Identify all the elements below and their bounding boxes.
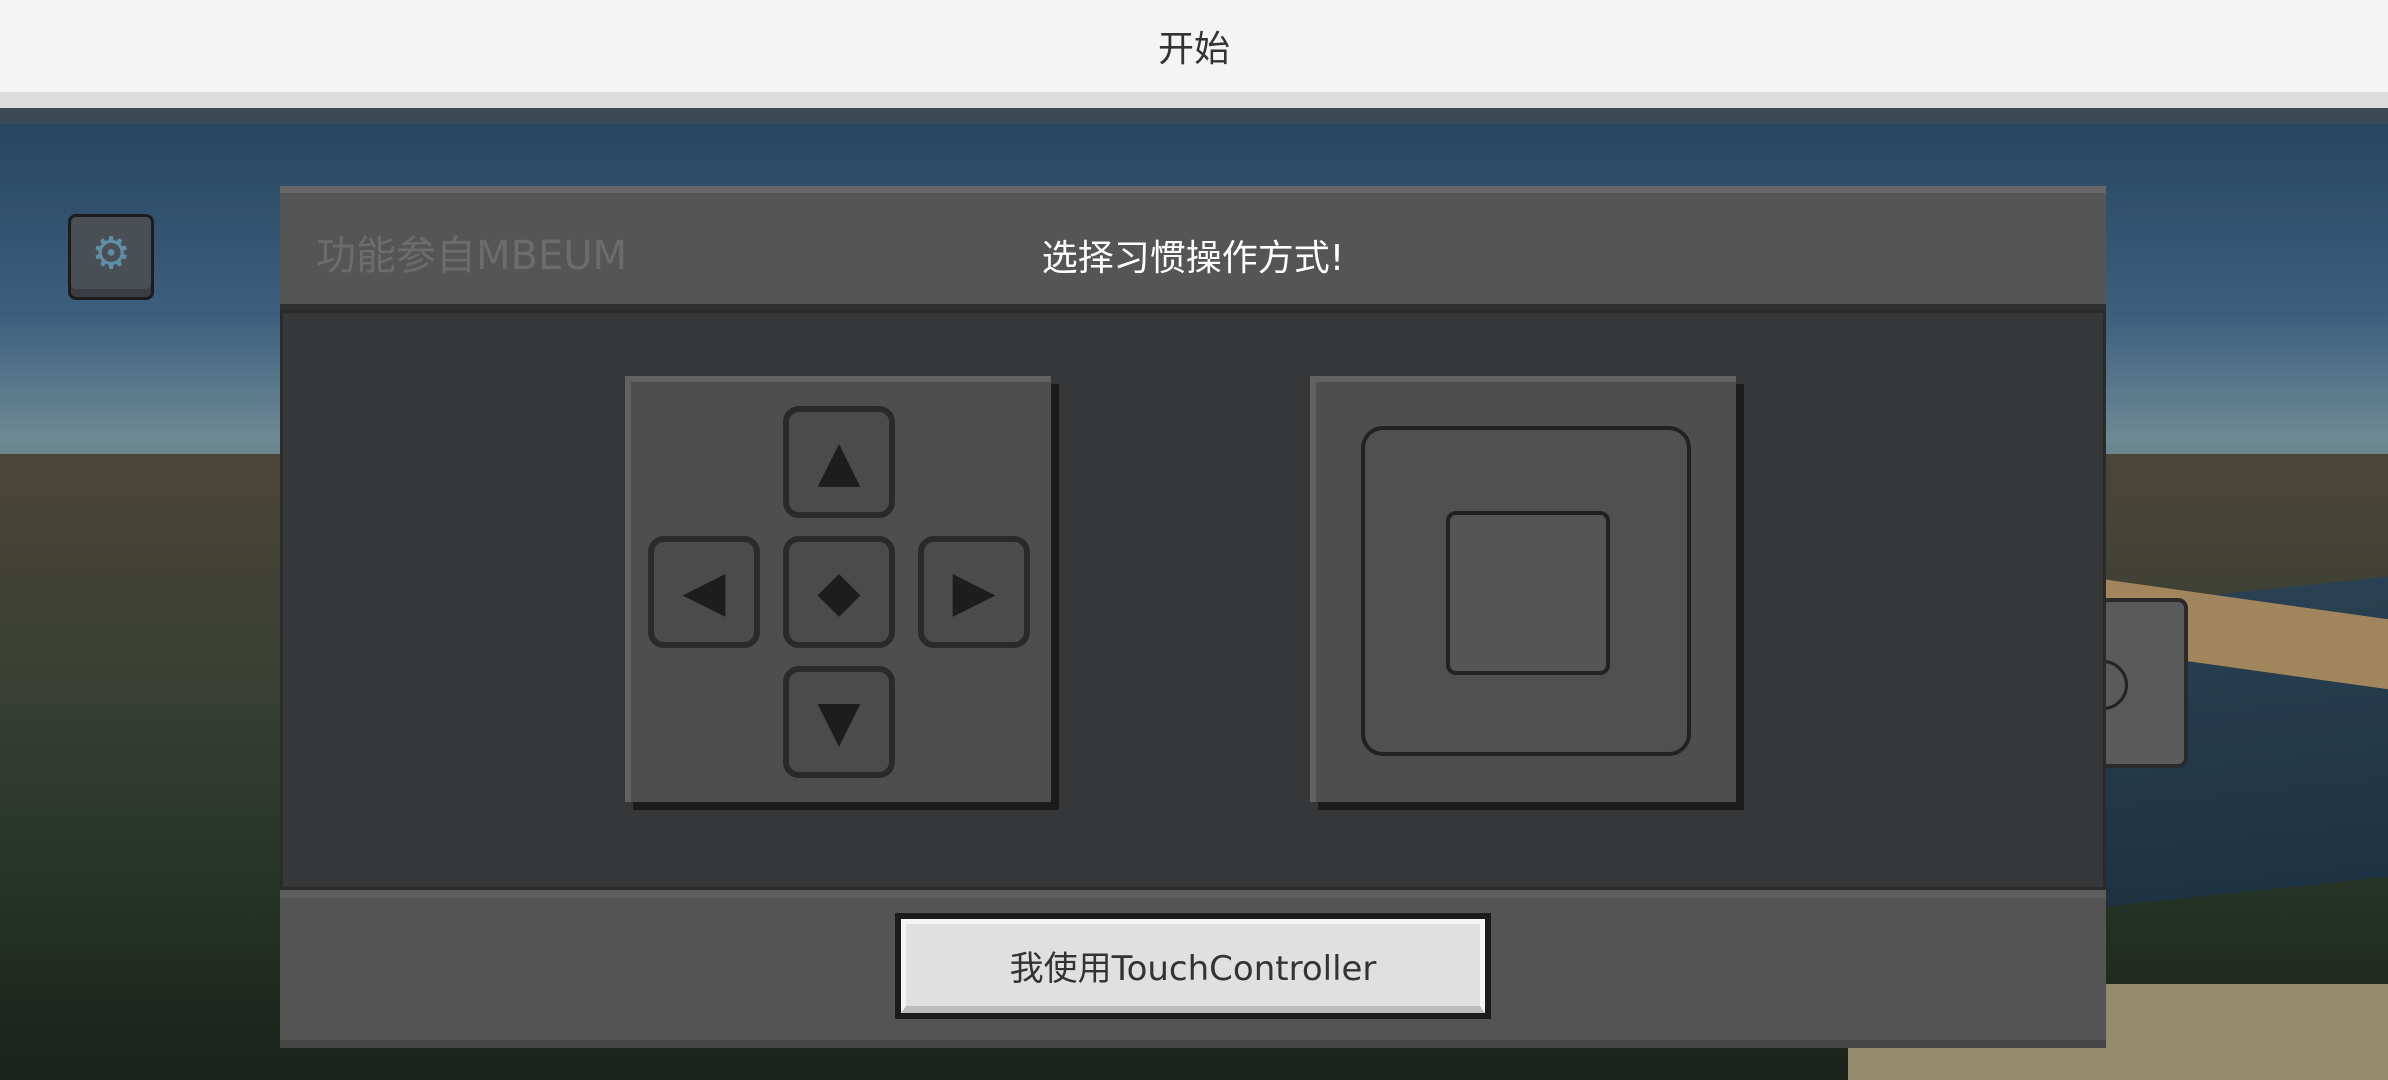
down-arrow-icon: ▼ xyxy=(817,689,861,754)
dialog-header: 功能参自MBEUM 选择习惯操作方式! xyxy=(280,186,2106,310)
settings-button[interactable]: ⚙ xyxy=(68,214,154,300)
left-arrow-icon: ◀ xyxy=(682,559,726,624)
center-diamond-icon: ◆ xyxy=(817,559,861,624)
dpad-center-key: ◆ xyxy=(783,536,895,648)
dpad-up-key: ▲ xyxy=(783,406,895,518)
option-dpad[interactable]: ▲ ◀ ◆ ▶ ▼ xyxy=(625,376,1051,802)
gear-icon: ⚙ xyxy=(91,228,131,279)
dpad-left-key: ◀ xyxy=(648,536,760,648)
dpad-down-key: ▼ xyxy=(783,666,895,778)
dpad-right-key: ▶ xyxy=(918,536,1030,648)
dialog-body xyxy=(280,310,2106,890)
confirm-button-label: 我使用TouchController xyxy=(901,919,1485,1013)
dialog-title: 选择习惯操作方式! xyxy=(1041,238,1345,279)
top-bar: 开始 xyxy=(0,0,2388,108)
joystick-outer-ring xyxy=(1361,426,1691,756)
option-joystick[interactable] xyxy=(1310,376,1736,802)
page-title: 开始 xyxy=(1157,29,1230,70)
up-arrow-icon: ▲ xyxy=(817,429,861,494)
hud-side-button[interactable] xyxy=(2078,598,2188,768)
right-arrow-icon: ▶ xyxy=(952,559,996,624)
use-touchcontroller-button[interactable]: 我使用TouchController xyxy=(895,913,1491,1019)
joystick-knob xyxy=(1446,511,1610,675)
